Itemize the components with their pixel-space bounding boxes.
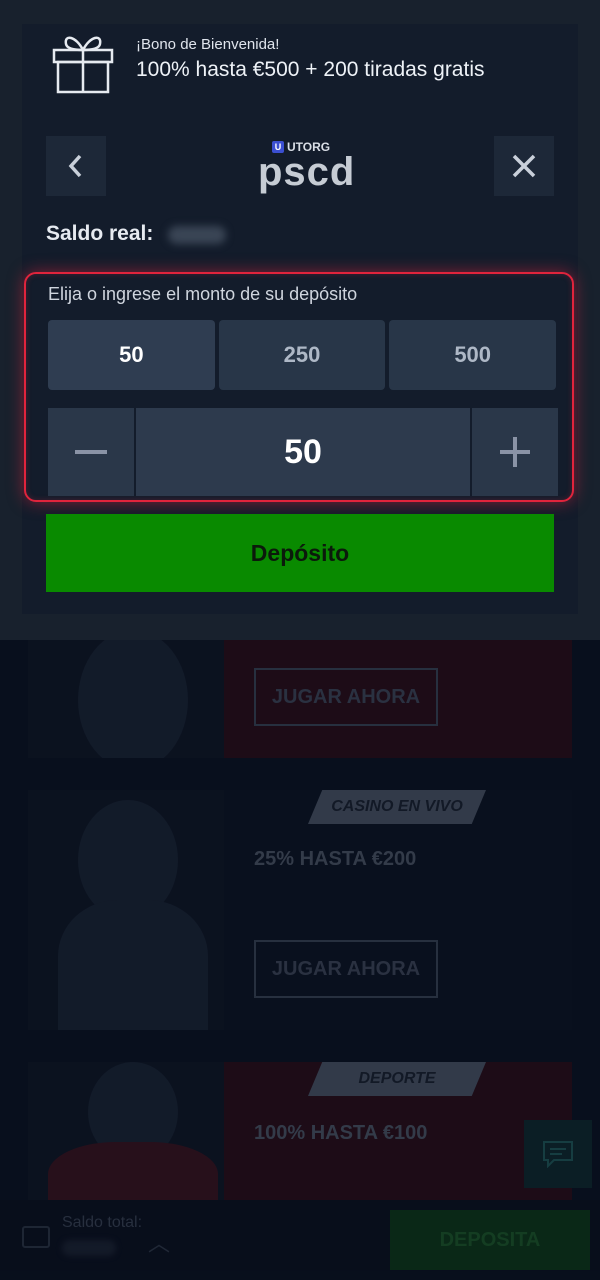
decrease-amount-button[interactable]	[48, 408, 134, 496]
amount-instructions: Elija o ingrese el monto de su depósito	[48, 284, 358, 304]
payment-provider-logo: U UTORG pscd	[256, 138, 354, 198]
close-icon	[512, 154, 536, 178]
deposit-modal: ¡Bono de Bienvenida! 100% hasta €500 + 2…	[22, 24, 578, 614]
pscd-wordmark: pscd	[258, 150, 356, 194]
plus-icon	[500, 437, 530, 467]
bonus-subtitle: ¡Bono de Bienvenida!	[136, 36, 280, 53]
bonus-title: 100% hasta €500 + 200 tiradas gratis	[136, 58, 485, 81]
back-button[interactable]	[46, 136, 106, 196]
preset-amount-250[interactable]: 250	[218, 320, 386, 390]
increase-amount-button[interactable]	[472, 408, 558, 496]
preset-amount-500[interactable]: 500	[389, 320, 557, 390]
minus-icon	[75, 450, 107, 454]
real-balance-value	[168, 226, 226, 244]
real-balance-label: Saldo real:	[46, 222, 154, 245]
deposit-modal-container: ¡Bono de Bienvenida! 100% hasta €500 + 2…	[0, 0, 600, 640]
preset-amount-50[interactable]: 50	[48, 320, 215, 390]
gift-icon	[48, 24, 118, 96]
deposit-amount-section: Elija o ingrese el monto de su depósito …	[24, 272, 574, 502]
deposit-button[interactable]: Depósito	[46, 514, 554, 592]
preset-amounts: 50 250 500	[48, 320, 557, 390]
amount-input[interactable]: 50	[136, 408, 470, 496]
chevron-left-icon	[68, 154, 82, 178]
close-button[interactable]	[494, 136, 554, 196]
amount-stepper: 50	[48, 408, 558, 496]
